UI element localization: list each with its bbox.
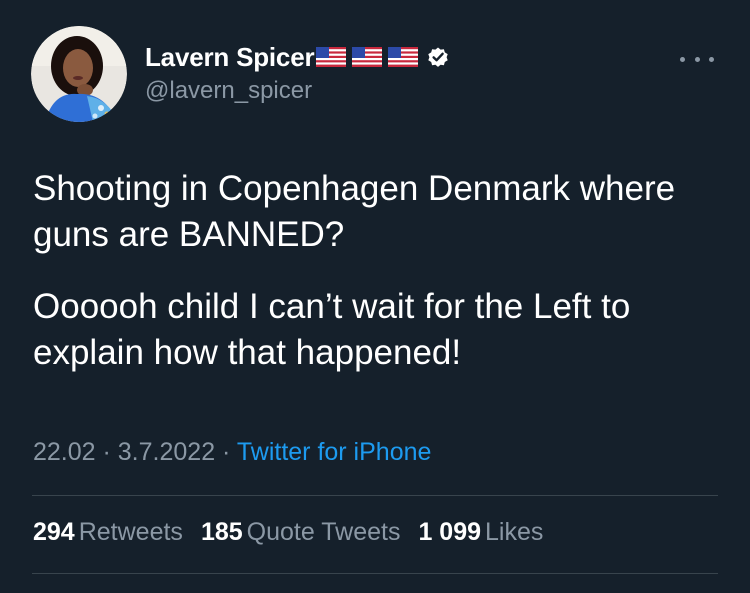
us-flag-icon (316, 47, 347, 67)
retweets-label: Retweets (78, 518, 183, 546)
more-dot (680, 56, 685, 62)
quote-tweets-count: 185 (200, 518, 243, 546)
avatar[interactable] (31, 26, 127, 122)
tweet-source-link[interactable]: Twitter for iPhone (237, 438, 432, 466)
retweets-stat[interactable]: 294 Retweets (33, 518, 183, 547)
tweet-detail: Lavern Spicer @lavern_spicer Shooting in… (0, 0, 750, 593)
tweet-date[interactable]: 3.7.2022 (118, 438, 215, 466)
more-options-icon[interactable] (680, 52, 714, 66)
flag-emojis (316, 47, 424, 67)
divider (32, 495, 718, 496)
likes-count: 1 099 (418, 518, 482, 546)
author-handle[interactable]: @lavern_spicer (145, 77, 312, 105)
more-dot (694, 56, 700, 62)
author-name-row: Lavern Spicer (145, 40, 450, 74)
tweet-text-paragraph: Oooooh child I can’t wait for the Left t… (33, 287, 631, 372)
likes-stat[interactable]: 1 099 Likes (418, 518, 543, 547)
tweet-meta: 22.02 · 3.7.2022 · Twitter for iPhone (33, 438, 431, 467)
profile-photo (31, 26, 127, 122)
meta-separator: · (95, 438, 118, 466)
divider (32, 573, 718, 574)
tweet-text-paragraph: Shooting in Copenhagen Denmark where gun… (33, 169, 676, 254)
meta-separator: · (215, 438, 237, 466)
us-flag-icon (388, 47, 419, 67)
quote-tweets-label: Quote Tweets (246, 518, 401, 546)
us-flag-icon (352, 47, 383, 67)
retweets-count: 294 (33, 518, 75, 546)
tweet-time[interactable]: 22.02 (33, 438, 96, 466)
tweet-stats: 294 Retweets 185 Quote Tweets 1 099 Likes (33, 518, 543, 547)
author-display-name[interactable]: Lavern Spicer (145, 42, 315, 73)
quote-tweets-stat[interactable]: 185 Quote Tweets (201, 518, 401, 547)
likes-label: Likes (485, 518, 544, 546)
more-dot (709, 56, 714, 62)
verified-badge-icon[interactable] (426, 45, 450, 69)
